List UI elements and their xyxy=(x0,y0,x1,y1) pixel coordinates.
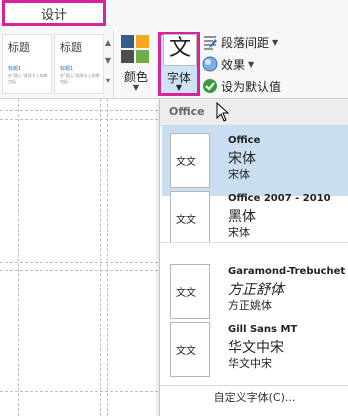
effects-button[interactable]: 效果 ▼ xyxy=(202,55,254,73)
fonts-dropdown-panel: Office 文文 Office 宋体 宋体 文文 Office 2007 - … xyxy=(159,99,348,416)
paragraph-spacing-button[interactable]: 段落间距 ▼ xyxy=(202,33,278,51)
scroll-down-icon[interactable]: ▼ xyxy=(104,56,112,65)
font-scheme-name: Gill Sans MT xyxy=(228,324,298,335)
color-palette-icon xyxy=(121,35,149,63)
font-preview-thumbnail: 文文 xyxy=(170,264,210,319)
preview-glyph: 文文 xyxy=(176,157,196,168)
set-as-default-label: 设为默认值 xyxy=(221,79,282,94)
body-font-name: 宋体 xyxy=(228,226,250,239)
preview-glyph: 文文 xyxy=(176,288,196,299)
colors-button[interactable]: 颜色 ▼ xyxy=(117,32,155,92)
scroll-up-icon[interactable]: ▲ xyxy=(104,38,112,47)
body-font-name: 宋体 xyxy=(228,168,250,181)
heading-font-name: 方正舒体 xyxy=(228,282,284,298)
paragraph-spacing-label: 段落间距 xyxy=(221,35,270,50)
heading-font-name: 宋体 xyxy=(228,151,256,167)
effects-label: 效果 xyxy=(221,57,246,72)
swatch-green xyxy=(136,50,149,63)
theme-gallery-scroll[interactable]: ▲ ▼ ▾ xyxy=(104,36,112,92)
gallery-more-icon[interactable]: ▾ xyxy=(104,76,112,85)
body-font-name: 方正姚体 xyxy=(228,299,272,312)
swatch-gray xyxy=(121,50,134,63)
font-preview-thumbnail: 文文 xyxy=(170,133,210,188)
swatch-orange xyxy=(136,35,149,48)
paragraph-spacing-icon xyxy=(202,34,218,50)
tab-design[interactable]: 设计 xyxy=(2,0,106,26)
set-as-default-button[interactable]: 设为默认值 xyxy=(202,77,281,95)
font-scheme-name: Office 2007 - 2010 xyxy=(228,193,331,204)
theme-title: 标题 xyxy=(60,41,82,54)
margin-guide xyxy=(107,99,108,416)
body-font-name: 华文中宋 xyxy=(228,357,272,370)
fonts-button[interactable]: 文 字体 ▼ xyxy=(158,32,200,96)
preview-glyph: 文文 xyxy=(176,215,196,226)
group-header-label: Office xyxy=(169,105,205,118)
customize-fonts-button[interactable]: 自定义字体(C)... xyxy=(160,385,348,410)
font-option-gill-sans[interactable]: 文文 Gill Sans MT 华文中宋 华文中宋 xyxy=(162,315,348,385)
theme-body: 在"插入"选项卡上的库包括 xyxy=(8,73,48,84)
theme-thumbnail-2[interactable]: 标题 标题1 在"插入"选项卡上的库包括 xyxy=(54,34,104,94)
fonts-icon: 文 xyxy=(163,34,197,66)
swatch-blue xyxy=(121,35,134,48)
theme-thumbnail-1[interactable]: 标题 标题1 在"插入"选项卡上的库包括 xyxy=(2,34,52,94)
margin-guide xyxy=(18,99,19,416)
checkmark-icon xyxy=(202,78,218,94)
chevron-down-icon: ▼ xyxy=(132,83,140,92)
ribbon-separator xyxy=(113,30,114,98)
margin-guide xyxy=(100,99,101,416)
font-preview-thumbnail: 文文 xyxy=(170,191,210,246)
font-scheme-name: Garamond-Trebuchet xyxy=(228,266,346,277)
font-scheme-name: Office xyxy=(228,135,261,146)
chevron-down-icon: ▼ xyxy=(248,59,255,69)
theme-heading: 标题1 xyxy=(8,66,22,72)
theme-body: 在"插入"选项卡上的库包括 xyxy=(60,73,100,84)
heading-font-name: 华文中宋 xyxy=(228,340,284,356)
fonts-group-header: Office xyxy=(160,99,348,126)
chevron-down-icon: ▼ xyxy=(272,37,279,47)
ribbon: 设计 标题 标题1 在"插入"选项卡上的库包括 标题 标题1 在"插入"选项卡上… xyxy=(0,0,348,99)
theme-heading: 标题1 xyxy=(60,66,74,72)
mouse-cursor-icon xyxy=(216,102,230,122)
effects-icon xyxy=(202,56,218,72)
heading-font-name: 黑体 xyxy=(228,209,256,225)
font-preview-thumbnail: 文文 xyxy=(170,322,210,377)
chevron-down-icon: ▼ xyxy=(175,83,183,92)
theme-title: 标题 xyxy=(8,41,30,54)
preview-glyph: 文文 xyxy=(176,346,196,357)
